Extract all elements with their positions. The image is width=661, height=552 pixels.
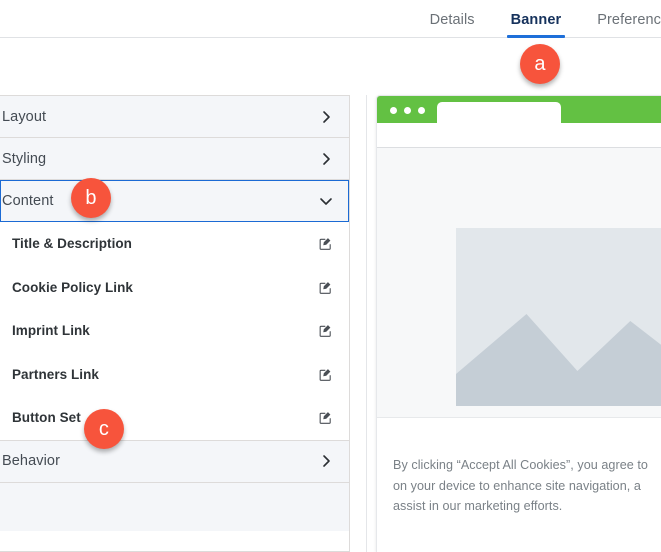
window-dot-icon bbox=[390, 107, 397, 114]
sidebar-section-styling[interactable]: Styling bbox=[0, 138, 349, 180]
settings-sidebar: Layout Styling Content Title & Descripti… bbox=[0, 95, 350, 552]
sidebar-section-label: Layout bbox=[2, 108, 47, 125]
sidebar-footer bbox=[0, 482, 349, 531]
edit-pencil-icon[interactable] bbox=[317, 410, 333, 426]
annotation-badge-a: a bbox=[520, 44, 560, 84]
browser-chrome bbox=[377, 96, 661, 123]
annotation-badge-b: b bbox=[71, 178, 111, 218]
browser-tab bbox=[437, 102, 561, 123]
chevron-right-icon bbox=[319, 152, 333, 166]
content-item-partners-link[interactable]: Partners Link bbox=[0, 352, 349, 396]
tab-preferences[interactable]: Preferenc bbox=[579, 12, 661, 37]
content-item-label: Button Set bbox=[12, 410, 81, 426]
window-dot-icon bbox=[404, 107, 411, 114]
chevron-right-icon bbox=[319, 454, 333, 468]
content-item-button-set[interactable]: Button Set bbox=[0, 396, 349, 440]
sidebar-section-layout[interactable]: Layout bbox=[0, 96, 349, 138]
placeholder-image bbox=[456, 228, 661, 406]
edit-pencil-icon[interactable] bbox=[317, 236, 333, 252]
tab-banner[interactable]: Banner bbox=[493, 12, 580, 38]
window-controls bbox=[377, 107, 437, 123]
chevron-right-icon bbox=[319, 110, 333, 124]
tab-bar: Details Banner Preferenc bbox=[0, 0, 661, 38]
body-area: Layout Styling Content Title & Descripti… bbox=[0, 39, 661, 552]
preview-page-content: By clicking “Accept All Cookies”, you ag… bbox=[377, 147, 661, 552]
content-item-list: Title & Description Cookie Policy Link I… bbox=[0, 222, 349, 441]
content-item-imprint-link[interactable]: Imprint Link bbox=[0, 309, 349, 353]
preview-panel: By clicking “Accept All Cookies”, you ag… bbox=[366, 95, 661, 552]
cookie-consent-banner: By clicking “Accept All Cookies”, you ag… bbox=[377, 417, 661, 552]
browser-mockup: By clicking “Accept All Cookies”, you ag… bbox=[376, 95, 661, 552]
browser-url-bar bbox=[377, 123, 661, 147]
content-item-title-description[interactable]: Title & Description bbox=[0, 222, 349, 266]
content-item-label: Title & Description bbox=[12, 236, 132, 252]
annotation-badge-c: c bbox=[84, 409, 124, 449]
window-dot-icon bbox=[418, 107, 425, 114]
content-item-label: Partners Link bbox=[12, 366, 99, 382]
edit-pencil-icon[interactable] bbox=[317, 279, 333, 295]
sidebar-section-content[interactable]: Content bbox=[0, 180, 349, 222]
sidebar-section-label: Styling bbox=[2, 150, 47, 167]
edit-pencil-icon[interactable] bbox=[317, 323, 333, 339]
sidebar-section-label: Behavior bbox=[2, 453, 61, 469]
content-item-label: Cookie Policy Link bbox=[12, 279, 133, 295]
content-item-label: Imprint Link bbox=[12, 323, 90, 339]
content-item-cookie-policy-link[interactable]: Cookie Policy Link bbox=[0, 265, 349, 309]
sidebar-section-label: Content bbox=[2, 193, 54, 209]
edit-pencil-icon[interactable] bbox=[317, 366, 333, 382]
chevron-down-icon bbox=[319, 194, 333, 208]
sidebar-section-behavior[interactable]: Behavior bbox=[0, 440, 349, 483]
tab-details[interactable]: Details bbox=[412, 12, 493, 37]
mountain-graphic-icon bbox=[456, 314, 661, 406]
cookie-banner-text: By clicking “Accept All Cookies”, you ag… bbox=[393, 458, 648, 513]
app-root: Details Banner Preferenc Layout Styling bbox=[0, 0, 661, 552]
